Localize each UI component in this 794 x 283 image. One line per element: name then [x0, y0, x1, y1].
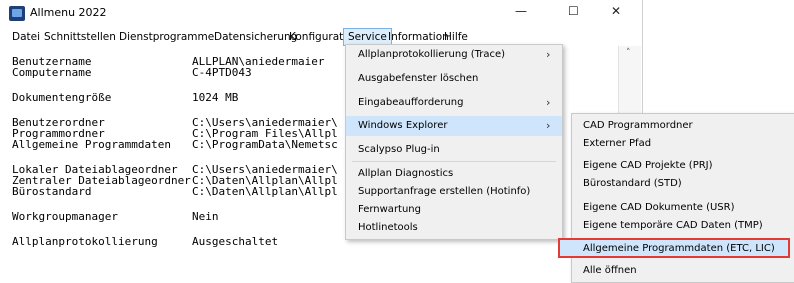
title-bar: Allmenu 2022 — ☐ ✕ [0, 0, 642, 28]
service-item-label: Supportanfrage erstellen (Hotinfo) [358, 186, 531, 197]
service-item-label: Ausgabefenster löschen [358, 73, 479, 84]
service-item-label: Allplan Diagnostics [358, 168, 454, 179]
submenu-item-cad-programmordner[interactable]: CAD Programmordner [572, 118, 794, 134]
window-title: Allmenu 2022 [30, 6, 107, 19]
service-item-windows-explorer[interactable]: Windows Explorer › [346, 116, 562, 136]
service-menu: Allplanprotokollierung (Trace) › Ausgabe… [345, 44, 563, 240]
service-item-scalypso[interactable]: Scalypso Plug-in [346, 140, 562, 160]
menu-separator [352, 161, 556, 162]
value-allplanprotokollierung: Ausgeschaltet [192, 235, 279, 248]
minimize-button[interactable]: — [515, 4, 527, 18]
service-item-eingabeaufforderung[interactable]: Eingabeaufforderung › [346, 93, 562, 113]
submenu-item-eigene-temporaere-daten[interactable]: Eigene temporäre CAD Daten (TMP) [572, 218, 794, 234]
submenu-item-buerostandard[interactable]: Bürostandard (STD) [572, 176, 794, 192]
menu-hilfe[interactable]: Hilfe [440, 29, 472, 45]
submenu-item-eigene-cad-dokumente[interactable]: Eigene CAD Dokumente (USR) [572, 200, 794, 216]
submenu-item-label: Eigene temporäre CAD Daten (TMP) [583, 220, 763, 231]
scroll-up-icon[interactable]: ˄ [626, 48, 631, 58]
chevron-right-icon: › [546, 48, 551, 61]
submenu-item-allgemeine-programmdaten[interactable]: Allgemeine Programmdaten (ETC, LIC) [558, 238, 790, 258]
label-computername: Computername [12, 66, 92, 79]
submenu-item-eigene-cad-projekte[interactable]: Eigene CAD Projekte (PRJ) [572, 158, 794, 174]
submenu-item-alle-oeffnen[interactable]: Alle öffnen [572, 263, 794, 279]
value-allgemeine-programmdaten: C:\ProgramData\Nemetsc [192, 138, 338, 151]
submenu-item-label: Bürostandard (STD) [583, 178, 682, 189]
service-item-diagnostics[interactable]: Allplan Diagnostics [346, 164, 562, 184]
service-item-label: Fernwartung [358, 204, 421, 215]
service-item-hotlinetools[interactable]: Hotlinetools [346, 218, 562, 238]
close-button[interactable]: ✕ [611, 4, 621, 18]
service-item-label: Eingabeaufforderung [358, 97, 464, 108]
submenu-item-label: Allgemeine Programmdaten (ETC, LIC) [583, 243, 775, 254]
maximize-button[interactable]: ☐ [568, 4, 579, 18]
submenu-item-label: Alle öffnen [583, 265, 637, 276]
label-buerostandard: Bürostandard [12, 185, 92, 198]
menu-dienstprogramme[interactable]: Dienstprogramme [115, 29, 218, 45]
label-allgemeine-programmdaten: Allgemeine Programmdaten [12, 138, 171, 151]
submenu-item-externer-pfad[interactable]: Externer Pfad [572, 136, 794, 152]
chevron-right-icon: › [546, 119, 551, 132]
label-dokumentengroesse: Dokumentengröße [12, 91, 112, 104]
submenu-item-label: Eigene CAD Dokumente (USR) [583, 202, 735, 213]
label-workgroupmanager: Workgroupmanager [12, 210, 118, 223]
service-item-label: Windows Explorer [358, 120, 448, 131]
service-item-label: Allplanprotokollierung (Trace) [358, 49, 506, 60]
service-item-label: Hotlinetools [358, 222, 418, 233]
value-computername: C-4PTD043 [192, 66, 252, 79]
submenu-item-label: Externer Pfad [583, 138, 652, 149]
chevron-right-icon: › [546, 96, 551, 109]
value-workgroupmanager: Nein [192, 210, 219, 223]
value-buerostandard: C:\Daten\Allplan\Allpl [192, 185, 338, 198]
menu-datei[interactable]: Datei [8, 29, 44, 45]
service-item-label: Scalypso Plug-in [358, 144, 440, 155]
value-dokumentengroesse: 1024 MB [192, 91, 239, 104]
submenu-item-label: CAD Programmordner [583, 120, 693, 131]
menu-schnittstellen[interactable]: Schnittstellen [40, 29, 120, 45]
submenu-item-label: Eigene CAD Projekte (PRJ) [583, 160, 713, 171]
windows-explorer-submenu: CAD Programmordner Externer Pfad Eigene … [558, 113, 794, 283]
service-item-fernwartung[interactable]: Fernwartung [346, 200, 562, 220]
label-allplanprotokollierung: Allplanprotokollierung [12, 235, 158, 248]
app-icon [9, 6, 25, 21]
service-item-supportanfrage[interactable]: Supportanfrage erstellen (Hotinfo) [346, 182, 562, 202]
service-item-trace[interactable]: Allplanprotokollierung (Trace) › [346, 45, 562, 65]
service-item-ausgabefenster[interactable]: Ausgabefenster löschen [346, 69, 562, 89]
